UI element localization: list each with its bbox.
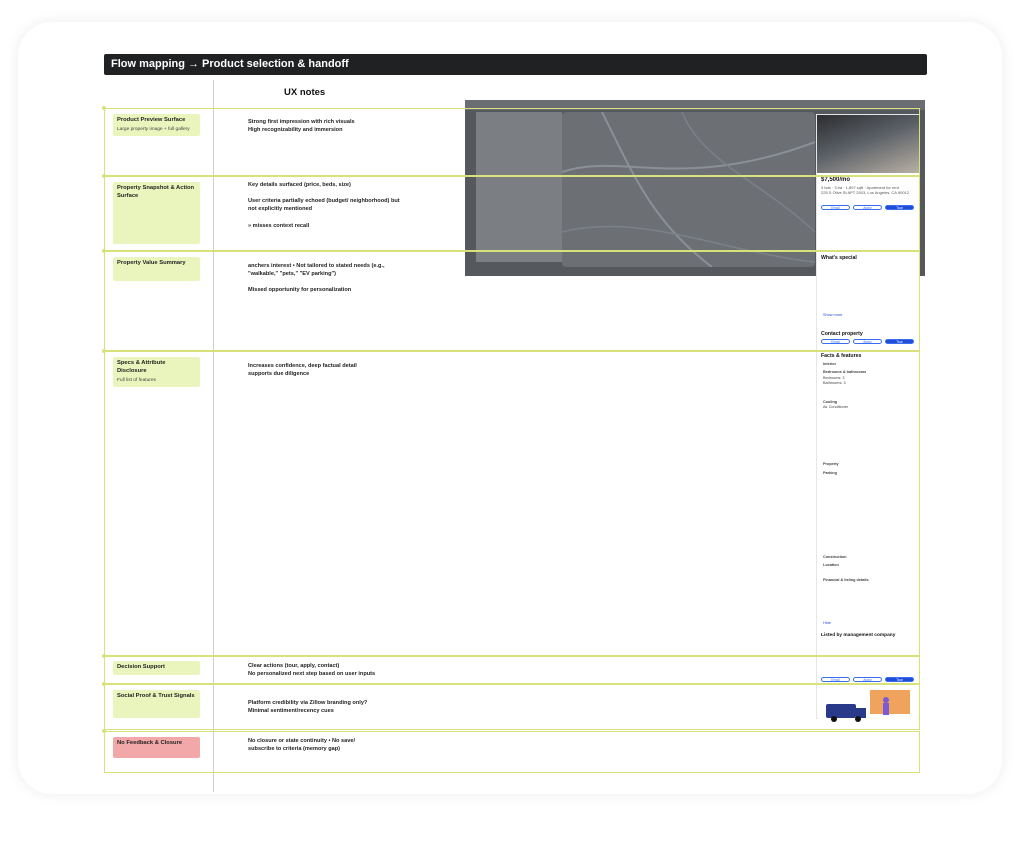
sticky-title: Property Value Summary <box>117 260 186 266</box>
row-specs: Specs & Attribute Disclosure Full list o… <box>102 349 920 656</box>
sticky-product-preview: Product Preview Surface Large property i… <box>113 114 200 137</box>
sticky-title: Decision Support <box>117 664 165 670</box>
sticky-decision-support: Decision Support <box>113 661 200 675</box>
note-no-feedback: No closure or state continuity • No save… <box>248 738 356 753</box>
sticky-property-value: Property Value Summary <box>113 257 200 281</box>
row-no-feedback: No Feedback & Closure No closure or stat… <box>102 729 920 773</box>
row-marker <box>102 729 106 733</box>
row-marker <box>102 174 106 178</box>
row-marker <box>102 682 106 686</box>
row-product-preview: Product Preview Surface Large property i… <box>102 106 920 176</box>
row-property-value: Property Value Summary anchers interest … <box>102 249 920 351</box>
sticky-title: Property Snapshot & Action Surface <box>117 185 195 199</box>
note-decision-support: Clear actions (tour, apply, contact) No … <box>248 663 376 678</box>
sticky-specs: Specs & Attribute Disclosure Full list o… <box>113 357 200 388</box>
sticky-title: No Feedback & Closure <box>117 740 183 746</box>
sticky-property-snapshot: Property Snapshot & Action Surface <box>113 182 200 244</box>
row-marker <box>102 349 106 353</box>
sticky-subtitle: Full list of features <box>117 377 156 383</box>
note-product-preview: Strong first impression with rich visual… <box>248 119 355 134</box>
row-marker <box>102 106 106 110</box>
sticky-title: Product Preview Surface <box>117 117 186 123</box>
sticky-subtitle: Large property image + full gallery <box>117 126 190 132</box>
row-property-snapshot: Property Snapshot & Action Surface Key d… <box>102 174 920 251</box>
sticky-title: Social Proof & Trust Signals <box>117 693 195 699</box>
flow-header: Flow mapping → Product selection & hando… <box>104 54 927 75</box>
sticky-social-proof: Social Proof & Trust Signals <box>113 690 200 718</box>
ux-notes-heading: UX notes <box>284 87 326 98</box>
note-property-snapshot: Key details surfaced (price, beds, size)… <box>248 182 400 229</box>
note-social-proof: Platform credibility via Zillow branding… <box>248 700 368 715</box>
note-property-value: anchers interest • Not tailored to state… <box>248 263 385 294</box>
row-decision-support: Decision Support Clear actions (tour, ap… <box>102 654 920 684</box>
row-marker <box>102 654 106 658</box>
note-specs: Increases confidence, deep factual detai… <box>248 363 357 378</box>
sticky-no-feedback: No Feedback & Closure <box>113 737 200 758</box>
row-marker <box>102 249 106 253</box>
row-social-proof: Social Proof & Trust Signals Platform cr… <box>102 682 920 730</box>
sticky-title: Specs & Attribute Disclosure <box>117 360 166 374</box>
